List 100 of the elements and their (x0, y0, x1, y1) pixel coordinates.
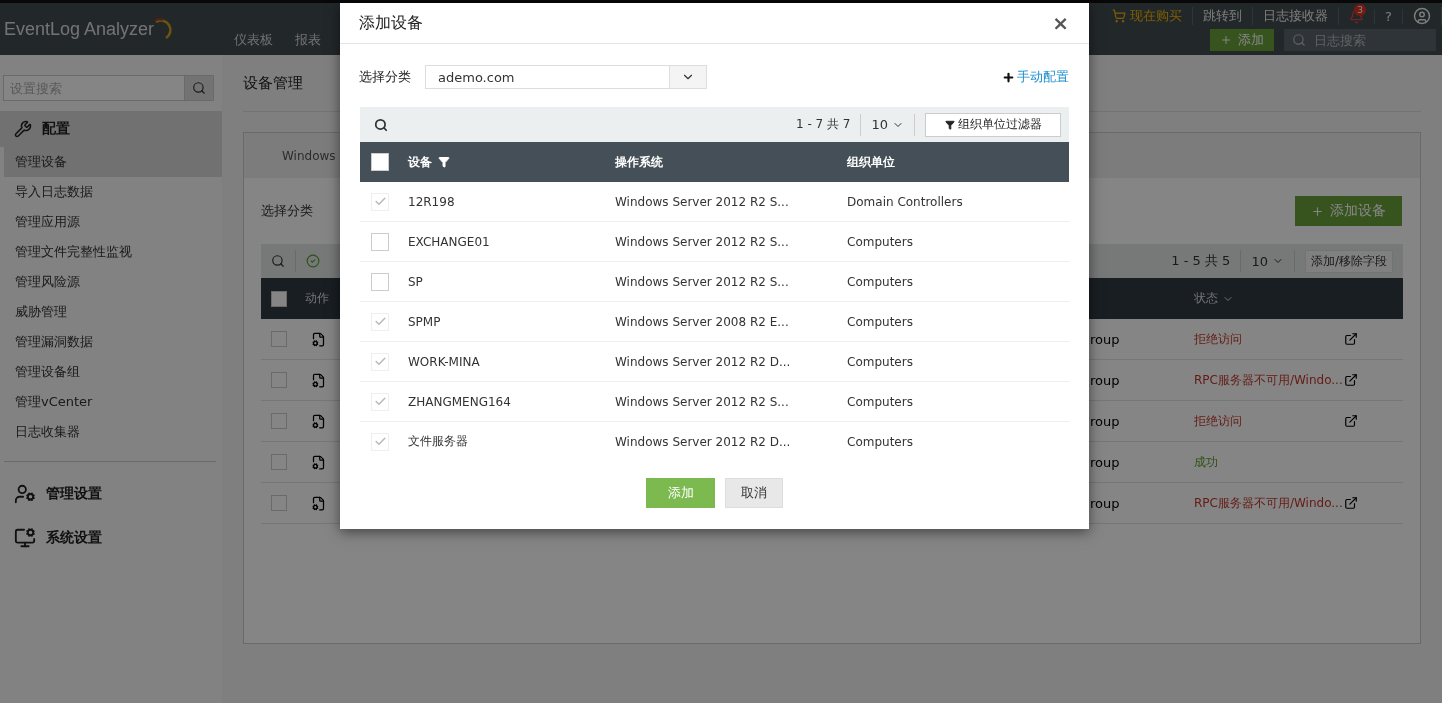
table-cell: roup (1090, 331, 1120, 347)
status-text: 拒绝访问 (1194, 412, 1242, 430)
add-device-button[interactable]: 添加设备 (1295, 196, 1402, 226)
column-header: 操作系统 (615, 153, 663, 171)
file-gear-icon[interactable] (311, 372, 326, 388)
user-gear-icon (14, 483, 36, 505)
table-cell: Computers (847, 394, 913, 409)
buy-now-link[interactable]: 现在购买 (1130, 7, 1183, 25)
status-text: 拒绝访问 (1194, 330, 1242, 348)
sidebar-item[interactable]: 管理风险源 (4, 267, 222, 297)
plus-icon (1220, 34, 1232, 46)
pager-text: 1 - 5 共 5 (1171, 252, 1231, 270)
table-cell: roup (1090, 495, 1120, 511)
checkbox[interactable] (271, 454, 287, 470)
tick-icon (373, 355, 387, 368)
sidebar-section[interactable]: 配置 (0, 111, 222, 147)
export-icon[interactable] (1344, 496, 1358, 510)
search-icon[interactable] (374, 117, 388, 132)
table-cell: Computers (847, 314, 913, 329)
table-cell: ZHANGMENG164 (408, 394, 511, 409)
column-header: 组织单位 (847, 153, 895, 171)
notification-badge: 3 (1354, 3, 1367, 16)
manual-config-link[interactable]: 手动配置 (1002, 68, 1069, 86)
check-circle-icon[interactable] (306, 254, 320, 268)
table-cell: Windows Server 2012 R2 D... (615, 434, 791, 449)
tick-icon (373, 315, 387, 328)
category-label: 选择分类 (261, 202, 313, 220)
checkbox[interactable] (371, 272, 389, 291)
status-text: 成功 (1194, 453, 1218, 471)
table-cell: 12R198 (408, 194, 455, 209)
file-gear-icon[interactable] (311, 495, 326, 511)
tab[interactable]: Windows (282, 148, 336, 163)
ou-filter-button[interactable]: 组织单位过滤器 (925, 112, 1061, 137)
column-header[interactable]: 设备 (408, 153, 432, 171)
help-link[interactable]: ? (1385, 8, 1392, 24)
log-receiver-link[interactable]: 日志接收器 (1263, 7, 1329, 25)
sidebar-item[interactable]: 日志收集器 (4, 417, 222, 447)
nav-tab[interactable]: 报表 (295, 31, 321, 49)
table-cell: EXCHANGE01 (408, 234, 490, 249)
column-header[interactable]: 状态 (1194, 290, 1218, 307)
sidebar-item[interactable]: 管理设备 (4, 147, 222, 177)
file-gear-icon[interactable] (311, 454, 326, 470)
nav-tab[interactable]: 仪表板 (234, 31, 273, 49)
category-select[interactable]: ademo.com (425, 65, 707, 89)
sidebar-item[interactable]: 管理文件完整性监视 (4, 237, 222, 267)
table-cell: Windows Server 2012 R2 D... (615, 354, 791, 369)
table-cell: Windows Server 2012 R2 S... (615, 274, 789, 289)
checkbox[interactable] (371, 232, 389, 251)
fields-button[interactable]: 添加/移除字段 (1304, 249, 1393, 273)
table-cell: Computers (847, 434, 913, 449)
sidebar-item[interactable]: 威胁管理 (4, 297, 222, 327)
checkbox[interactable] (271, 413, 287, 429)
sidebar-item[interactable]: 管理应用源 (4, 207, 222, 237)
status-text: RPC服务器不可用/Windo... (1194, 494, 1343, 512)
logo-swoosh-icon (154, 18, 175, 40)
checkbox[interactable] (271, 495, 287, 511)
page-size-select[interactable]: 10 (871, 117, 904, 132)
checkbox[interactable] (271, 331, 287, 347)
sidebar-item[interactable]: 管理vCenter (4, 387, 222, 417)
cancel-button[interactable]: 取消 (725, 478, 783, 508)
checkbox[interactable] (271, 372, 287, 388)
plus-icon (1311, 204, 1324, 218)
table-cell: Domain Controllers (847, 194, 963, 209)
cart-icon (1112, 9, 1127, 23)
close-button[interactable]: × (1052, 11, 1069, 35)
checkbox[interactable] (371, 153, 389, 171)
export-icon[interactable] (1344, 332, 1358, 346)
logo-text: EventLog Analyzer (4, 18, 155, 40)
user-avatar-icon[interactable] (1413, 7, 1431, 25)
search-icon (1292, 33, 1306, 47)
file-gear-icon[interactable] (311, 413, 326, 429)
dialog-title: 添加设备 (359, 12, 423, 34)
export-icon[interactable] (1344, 373, 1358, 387)
bell-icon[interactable] (1349, 8, 1365, 24)
search-button[interactable] (184, 75, 214, 101)
table-cell: SPMP (408, 314, 441, 329)
page-size-select[interactable]: 10 (1251, 253, 1284, 269)
table-cell: Windows Server 2012 R2 S... (615, 394, 789, 409)
sidebar-section[interactable]: 管理设置 (0, 476, 222, 512)
search-icon (192, 81, 206, 95)
table-cell: roup (1090, 454, 1120, 470)
sidebar-item[interactable]: 管理漏洞数据 (4, 327, 222, 357)
sidebar-item[interactable]: 导入日志数据 (4, 177, 222, 207)
tick-icon (373, 195, 387, 208)
file-gear-icon[interactable] (311, 331, 326, 347)
table-cell: WORK-MINA (408, 354, 480, 369)
table-cell: Computers (847, 234, 913, 249)
table-cell: Computers (847, 274, 913, 289)
table-cell: Windows Server 2012 R2 S... (615, 194, 789, 209)
checkbox[interactable] (271, 290, 287, 307)
export-icon[interactable] (1344, 414, 1358, 428)
plus-icon (1002, 70, 1015, 84)
jump-to-link[interactable]: 跳转到 (1203, 7, 1243, 25)
sidebar-item[interactable]: 管理设备组 (4, 357, 222, 387)
table-cell: roup (1090, 372, 1120, 388)
filter-icon[interactable] (438, 156, 450, 168)
sidebar-section[interactable]: 系统设置 (0, 520, 222, 556)
tick-icon (373, 395, 387, 408)
add-button[interactable]: 添加 (646, 478, 715, 508)
add-button[interactable]: 添加 (1210, 29, 1274, 51)
